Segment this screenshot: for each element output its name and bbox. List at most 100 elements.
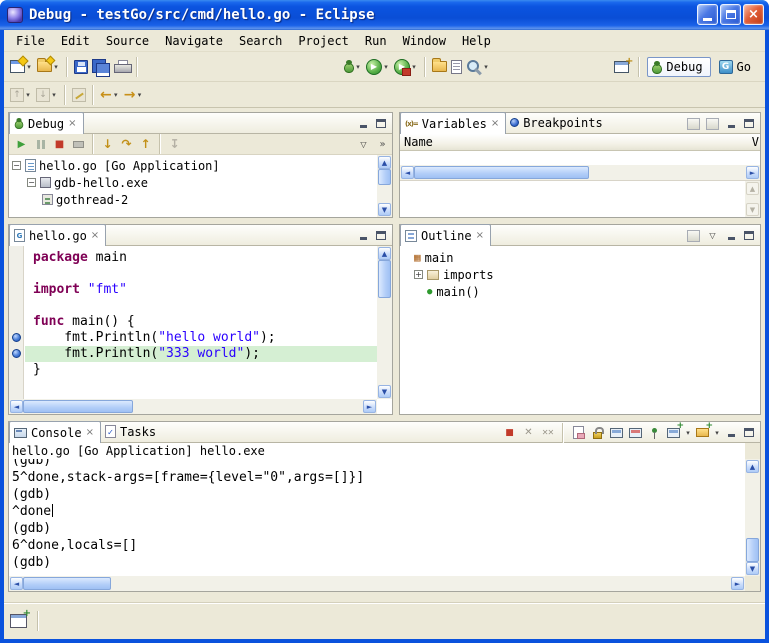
back-button[interactable]: ←▾ <box>98 83 122 107</box>
dropdown-arrow-icon[interactable]: ▾ <box>684 429 692 437</box>
scroll-left-icon[interactable]: ◄ <box>401 166 414 179</box>
variables-detail-pane[interactable]: ▲ ▼ <box>400 180 760 217</box>
console-output[interactable]: (gdb)5^done,stack-args=[frame={level="0"… <box>9 459 745 576</box>
menu-item-file[interactable]: File <box>8 32 53 50</box>
show-stdout-button[interactable] <box>608 425 625 441</box>
detail-vertical-scrollbar[interactable]: ▲ ▼ <box>745 181 760 217</box>
external-tools-button[interactable]: ▶▾ <box>392 55 420 79</box>
new-folder-button[interactable]: ▾ <box>35 55 62 79</box>
dropdown-arrow-icon[interactable]: ▾ <box>24 91 32 99</box>
scroll-up-icon[interactable]: ▲ <box>746 182 759 195</box>
print-button[interactable] <box>112 55 132 79</box>
scroll-left-icon[interactable]: ◄ <box>10 400 23 413</box>
console-tab[interactable]: Console × <box>9 421 101 443</box>
scroll-up-icon[interactable]: ▲ <box>378 156 391 169</box>
open-console-button[interactable] <box>694 425 711 441</box>
code-line[interactable]: import "fmt" <box>25 282 377 298</box>
dropdown-arrow-icon[interactable]: ▾ <box>382 63 390 71</box>
menu-item-window[interactable]: Window <box>395 32 454 50</box>
fast-view-button[interactable] <box>10 613 27 629</box>
code-line[interactable]: fmt.Println("333 world"); <box>25 346 377 362</box>
scroll-left-icon[interactable]: ◄ <box>10 577 23 590</box>
debug-view-tab[interactable]: Debug × <box>9 112 84 134</box>
minimize-view-button[interactable] <box>723 425 739 440</box>
maximize-view-button[interactable] <box>741 228 757 243</box>
outline-row[interactable]: ▦main <box>414 249 760 266</box>
debug-tree-row[interactable]: −gdb-hello.exe <box>9 174 392 191</box>
code-line[interactable] <box>25 298 377 314</box>
tree-expander-icon[interactable]: − <box>27 178 36 187</box>
dropdown-arrow-icon[interactable]: ▾ <box>482 63 490 71</box>
breakpoints-tab[interactable]: Breakpoints <box>506 112 608 133</box>
debug-perspective-button[interactable]: Debug <box>647 57 710 77</box>
menu-item-run[interactable]: Run <box>357 32 395 50</box>
scroll-right-icon[interactable]: ► <box>746 166 759 179</box>
variables-horizontal-scrollbar[interactable]: ◄ ► <box>400 165 760 180</box>
go-perspective-button[interactable]: G Go <box>714 57 759 77</box>
disconnect-button[interactable] <box>69 135 88 153</box>
step-return-button[interactable]: ↑ <box>136 135 155 153</box>
code-line[interactable] <box>25 266 377 282</box>
debug-tree-vertical-scrollbar[interactable]: ▲ ▼ <box>377 155 392 217</box>
scrollbar-thumb[interactable] <box>23 400 133 413</box>
menu-item-help[interactable]: Help <box>454 32 499 50</box>
scrollbar-thumb[interactable] <box>414 166 589 179</box>
scroll-up-icon[interactable]: ▲ <box>746 460 759 473</box>
outline-row[interactable]: ●main() <box>414 283 760 300</box>
breakpoint-marker-icon[interactable] <box>12 349 21 358</box>
menu-item-search[interactable]: Search <box>231 32 290 50</box>
step-over-button[interactable]: ↷ <box>117 135 136 153</box>
debug-tree-row[interactable]: gothread-2 <box>9 191 392 208</box>
remove-launch-button[interactable]: ✕ <box>520 425 537 441</box>
minimize-view-button[interactable] <box>355 116 371 131</box>
dropdown-arrow-icon[interactable]: ▾ <box>112 91 120 99</box>
view-menu-button[interactable]: ▽ <box>354 135 373 153</box>
show-stderr-button[interactable] <box>627 425 644 441</box>
dropdown-arrow-icon[interactable]: ▾ <box>135 91 143 99</box>
scrollbar-thumb[interactable] <box>378 260 391 298</box>
code-line[interactable]: package main <box>25 250 377 266</box>
scroll-right-icon[interactable]: ► <box>363 400 376 413</box>
close-tab-icon[interactable]: × <box>476 230 484 241</box>
scrollbar-thumb[interactable] <box>378 169 391 185</box>
scroll-up-icon[interactable]: ▲ <box>378 247 391 260</box>
console-vertical-scrollbar[interactable]: ▲ ▼ <box>745 459 760 576</box>
save-all-button[interactable] <box>90 55 112 79</box>
maximize-view-button[interactable] <box>373 228 389 243</box>
close-tab-icon[interactable]: × <box>91 230 99 241</box>
last-edit-location-button[interactable] <box>70 83 88 107</box>
step-into-button[interactable]: ↓ <box>98 135 117 153</box>
menu-item-navigate[interactable]: Navigate <box>157 32 231 50</box>
title-bar[interactable]: Debug - testGo/src/cmd/hello.go - Eclips… <box>0 0 769 30</box>
save-button[interactable] <box>72 55 90 79</box>
minimize-view-button[interactable] <box>355 228 371 243</box>
code-line[interactable]: } <box>25 362 377 378</box>
open-file-button[interactable] <box>449 55 464 79</box>
minimize-view-button[interactable] <box>723 228 739 243</box>
collapse-all-button[interactable] <box>704 116 721 132</box>
search-button[interactable]: ▾ <box>464 55 492 79</box>
toolbar-overflow-button[interactable]: » <box>373 135 392 153</box>
debug-tree-row[interactable]: −hello.go [Go Application] <box>9 157 392 174</box>
dropdown-arrow-icon[interactable]: ▾ <box>50 91 58 99</box>
dropdown-arrow-icon[interactable]: ▾ <box>52 63 60 71</box>
outline-tab[interactable]: Outline × <box>400 224 491 246</box>
dropdown-arrow-icon[interactable]: ▾ <box>25 63 33 71</box>
window-close-button[interactable]: × <box>743 4 764 25</box>
code-line[interactable]: func main() { <box>25 314 377 330</box>
scroll-right-icon[interactable]: ► <box>731 577 744 590</box>
drop-to-frame-button[interactable]: ↧ <box>165 135 184 153</box>
maximize-view-button[interactable] <box>741 425 757 440</box>
window-maximize-button[interactable] <box>720 4 741 25</box>
code-line[interactable]: fmt.Println("hello world"); <box>25 330 377 346</box>
editor-vertical-scrollbar[interactable]: ▲ ▼ <box>377 246 392 399</box>
scrollbar-thumb[interactable] <box>746 538 759 562</box>
window-minimize-button[interactable] <box>697 4 718 25</box>
editor-tab[interactable]: G hello.go × <box>9 224 106 246</box>
tree-expander-icon[interactable]: + <box>414 270 423 279</box>
debug-button[interactable]: ▾ <box>342 55 364 79</box>
editor-gutter[interactable] <box>9 246 24 399</box>
open-perspective-button[interactable] <box>612 55 631 79</box>
menu-item-source[interactable]: Source <box>98 32 157 50</box>
maximize-view-button[interactable] <box>741 116 757 131</box>
